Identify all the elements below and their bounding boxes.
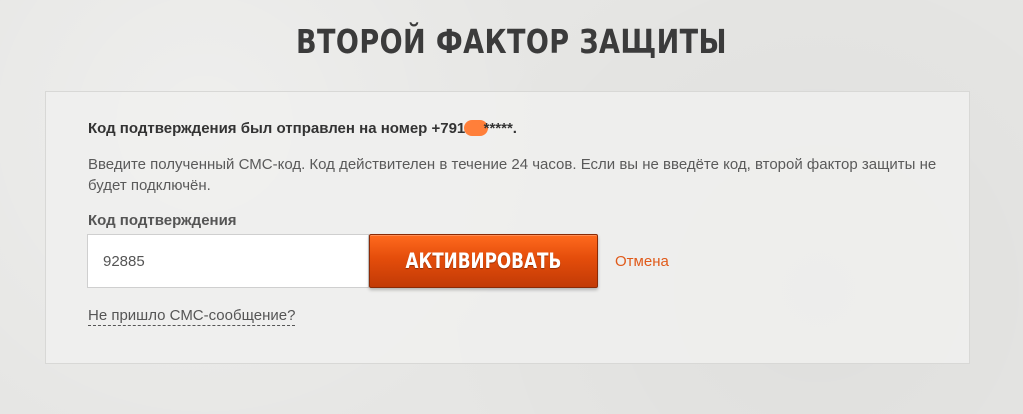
instruction-text: Введите полученный СМС-код. Код действит… <box>88 156 937 194</box>
sent-prefix: Код подтверждения был отправлен на номер… <box>88 120 474 137</box>
sent-suffix: *****. <box>483 120 517 137</box>
page-title: ВТОРОЙ ФАКТОР ЗАЩИТЫ <box>296 22 727 61</box>
no-sms-link[interactable]: Не пришло СМС-сообщение? <box>88 307 296 326</box>
sent-confirmation-text: Код подтверждения был отправлен на номер… <box>88 120 517 137</box>
code-field-label: Код подтверждения <box>88 212 237 229</box>
two-factor-panel: Код подтверждения был отправлен на номер… <box>45 91 970 364</box>
confirmation-code-input[interactable] <box>87 234 369 288</box>
cancel-link[interactable]: Отмена <box>615 253 669 270</box>
activate-button[interactable]: АКТИВИРОВАТЬ <box>369 234 598 288</box>
activate-button-label: АКТИВИРОВАТЬ <box>405 249 562 273</box>
